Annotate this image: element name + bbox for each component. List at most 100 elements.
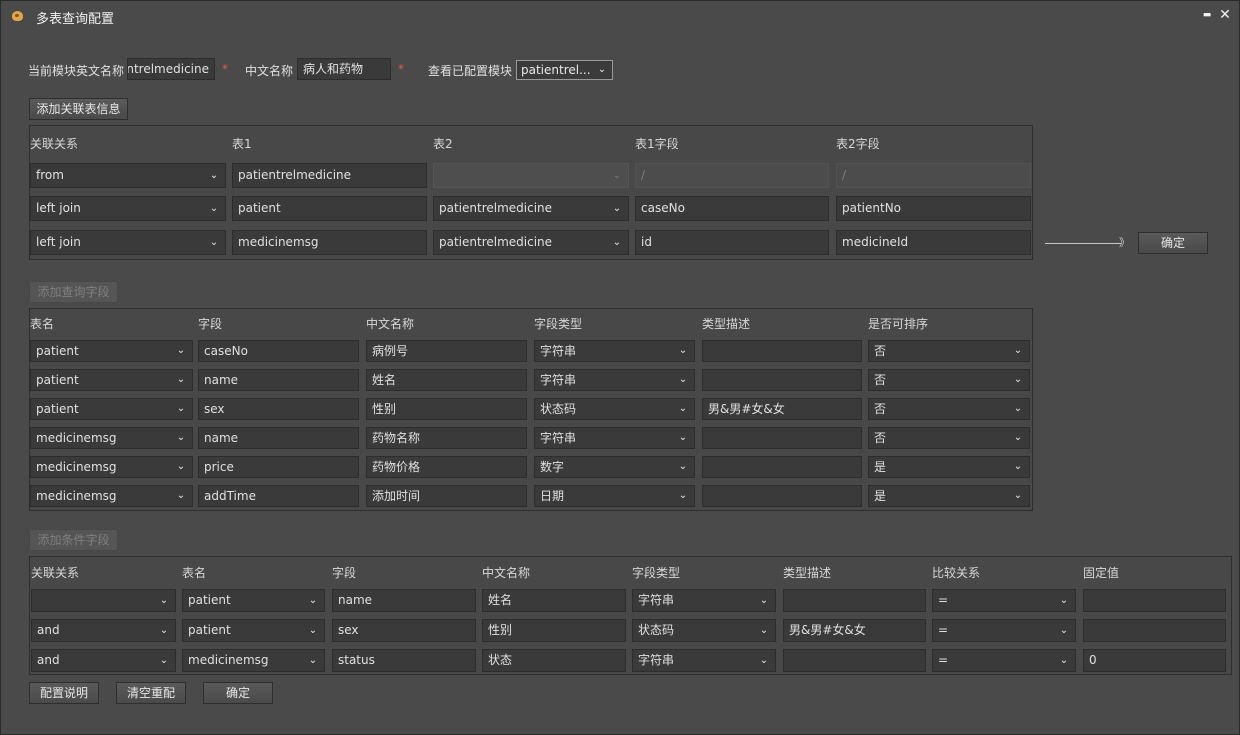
table1-field-input[interactable]: id [635, 230, 829, 255]
cond-relation-select[interactable]: and ⌄ [31, 619, 176, 642]
table1-input[interactable]: medicinemsg [232, 230, 427, 255]
cond-fixed-value-input[interactable] [1083, 589, 1226, 612]
join-relation-select[interactable]: from ⌄ [30, 163, 226, 188]
query-field-input[interactable]: name [198, 427, 359, 449]
query-field-input[interactable]: name [198, 369, 359, 391]
join-relation-select[interactable]: left join ⌄ [30, 230, 226, 255]
cond-field-input[interactable]: name [332, 589, 476, 612]
query-sortable-select-value: 否 [874, 344, 887, 358]
query-sortable-select[interactable]: 是 ⌄ [868, 456, 1030, 478]
chevron-down-icon: ⌄ [1059, 595, 1069, 606]
cond-cn-name-input[interactable]: 性别 [482, 619, 626, 642]
table2-field-input[interactable]: patientNo [836, 196, 1031, 221]
query-field-type-select[interactable]: 日期 ⌄ [534, 485, 695, 507]
query-field-input[interactable]: caseNo [198, 340, 359, 362]
cond-cn-name-input[interactable]: 姓名 [482, 589, 626, 612]
chevron-down-icon: ⌄ [176, 403, 186, 414]
add-condition-field-button[interactable]: 添加条件字段 [29, 529, 118, 551]
cond-field-type-select[interactable]: 字符串 ⌄ [632, 589, 776, 612]
table2-select[interactable]: patientrelmedicine ⌄ [433, 196, 629, 221]
cond-field-type-select[interactable]: 字符串 ⌄ [632, 649, 776, 672]
cond-fixed-value-input[interactable]: 0 [1083, 649, 1226, 672]
query-type-desc-input[interactable] [702, 427, 862, 449]
reset-button[interactable]: 清空重配 [116, 682, 186, 704]
query-field-type-select[interactable]: 字符串 ⌄ [534, 427, 695, 449]
column-header: 关联关系 [30, 137, 79, 151]
query-cn-name-input[interactable]: 药物名称 [366, 427, 527, 449]
query-sortable-select[interactable]: 否 ⌄ [868, 340, 1030, 362]
cond-compare-select[interactable]: = ⌄ [932, 649, 1076, 672]
query-type-desc-input[interactable] [702, 369, 862, 391]
table2-select[interactable]: patientrelmedicine ⌄ [433, 230, 629, 255]
query-cn-name-input[interactable]: 添加时间 [366, 485, 527, 507]
query-sortable-select[interactable]: 否 ⌄ [868, 427, 1030, 449]
cond-table-select[interactable]: patient ⌄ [182, 619, 325, 642]
column-header: 表2 [433, 137, 453, 151]
minimize-icon[interactable]: ▬ [1199, 7, 1215, 23]
query-cn-name-input[interactable]: 病例号 [366, 340, 527, 362]
cond-type-desc-input[interactable] [783, 649, 926, 672]
query-sortable-select[interactable]: 否 ⌄ [868, 398, 1030, 420]
query-table-select[interactable]: patient ⌄ [30, 369, 193, 391]
query-sortable-select[interactable]: 是 ⌄ [868, 485, 1030, 507]
query-type-desc-input[interactable] [702, 340, 862, 362]
required-mark: * [398, 62, 404, 76]
cond-type-desc-input[interactable] [783, 589, 926, 612]
query-field-type-select[interactable]: 数字 ⌄ [534, 456, 695, 478]
table1-input[interactable]: patient [232, 196, 427, 221]
query-table-select[interactable]: medicinemsg ⌄ [30, 485, 193, 507]
table1-field-input[interactable]: caseNo [635, 196, 829, 221]
add-join-button[interactable]: 添加关联表信息 [29, 98, 128, 120]
query-cn-name-input[interactable]: 药物价格 [366, 456, 527, 478]
query-field-input[interactable]: price [198, 456, 359, 478]
module-en-input[interactable]: patientrelmedicine [127, 58, 215, 80]
module-cn-input[interactable]: 病人和药物 [297, 58, 391, 80]
join-confirm-button[interactable]: 确定 [1138, 232, 1208, 254]
query-field-input[interactable]: addTime [198, 485, 359, 507]
column-header: 字段 [198, 317, 223, 331]
arrow-right-icon: 》 [1119, 236, 1130, 249]
cond-table-select[interactable]: patient ⌄ [182, 589, 325, 612]
add-query-field-button[interactable]: 添加查询字段 [29, 281, 118, 303]
cond-compare-select[interactable]: = ⌄ [932, 619, 1076, 642]
query-table-select[interactable]: medicinemsg ⌄ [30, 456, 193, 478]
table1-input[interactable]: patientrelmedicine [232, 163, 427, 188]
cond-cn-name-input[interactable]: 状态 [482, 649, 626, 672]
query-field-type-select[interactable]: 状态码 ⌄ [534, 398, 695, 420]
view-configured-select[interactable]: patientrel... ⌄ [516, 60, 613, 80]
footer-confirm-button[interactable]: 确定 [203, 682, 273, 704]
table2-select[interactable]: ⌄ [433, 163, 629, 188]
config-help-button[interactable]: 配置说明 [29, 682, 99, 704]
close-icon[interactable]: ✕ [1217, 7, 1233, 23]
chevron-down-icon: ⌄ [612, 170, 622, 181]
table2-select-value: patientrelmedicine [439, 201, 553, 215]
cond-compare-select[interactable]: = ⌄ [932, 589, 1076, 612]
table2-field-input[interactable]: / [836, 163, 1031, 188]
join-relation-select[interactable]: left join ⌄ [30, 196, 226, 221]
table2-field-input[interactable]: medicineId [836, 230, 1031, 255]
column-header: 表2字段 [836, 137, 880, 151]
query-field-type-select[interactable]: 字符串 ⌄ [534, 369, 695, 391]
query-field-type-select[interactable]: 字符串 ⌄ [534, 340, 695, 362]
view-configured-value: patientrel... [521, 63, 591, 77]
query-type-desc-input[interactable] [702, 456, 862, 478]
cond-relation-select[interactable]: and ⌄ [31, 649, 176, 672]
cond-relation-select[interactable]: ⌄ [31, 589, 176, 612]
query-sortable-select-value: 是 [874, 489, 887, 503]
table1-field-input[interactable]: / [635, 163, 829, 188]
cond-fixed-value-input[interactable] [1083, 619, 1226, 642]
cond-field-input[interactable]: status [332, 649, 476, 672]
query-table-select[interactable]: patient ⌄ [30, 340, 193, 362]
query-table-select[interactable]: medicinemsg ⌄ [30, 427, 193, 449]
query-type-desc-input[interactable] [702, 485, 862, 507]
cond-type-desc-input[interactable]: 男&男#女&女 [783, 619, 926, 642]
query-type-desc-input[interactable]: 男&男#女&女 [702, 398, 862, 420]
query-table-select[interactable]: patient ⌄ [30, 398, 193, 420]
query-cn-name-input[interactable]: 性别 [366, 398, 527, 420]
cond-field-input[interactable]: sex [332, 619, 476, 642]
cond-table-select[interactable]: medicinemsg ⌄ [182, 649, 325, 672]
query-cn-name-input[interactable]: 姓名 [366, 369, 527, 391]
query-field-input[interactable]: sex [198, 398, 359, 420]
cond-field-type-select[interactable]: 状态码 ⌄ [632, 619, 776, 642]
query-sortable-select[interactable]: 否 ⌄ [868, 369, 1030, 391]
